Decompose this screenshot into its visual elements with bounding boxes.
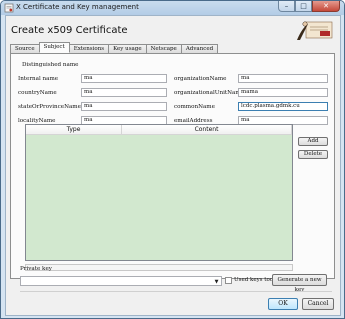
- country-name-label: countryName: [18, 90, 57, 96]
- cancel-button[interactable]: Cancel: [302, 298, 334, 310]
- window-controls: – □ ✕: [278, 1, 340, 12]
- organizational-unit-field[interactable]: mama: [238, 88, 328, 97]
- table-horizontal-scrollbar[interactable]: [25, 264, 293, 271]
- private-key-select[interactable]: ▼: [20, 276, 222, 286]
- used-keys-checkbox[interactable]: [225, 277, 232, 284]
- certificate-app-icon: [4, 3, 14, 13]
- subject-tab-panel: Distinguished name Internal name ma orga…: [10, 53, 335, 279]
- content-column-header[interactable]: Content: [122, 125, 292, 135]
- tab-subject[interactable]: Subject: [38, 42, 70, 53]
- ok-button[interactable]: OK: [268, 298, 298, 310]
- type-column-header[interactable]: Type: [26, 125, 122, 135]
- tab-advanced[interactable]: Advanced: [180, 44, 219, 53]
- footer-divider: [20, 291, 332, 292]
- state-field[interactable]: ma: [81, 102, 167, 111]
- tab-source[interactable]: Source: [10, 44, 40, 53]
- minimize-button[interactable]: –: [278, 1, 295, 12]
- organizational-unit-label: organizationalUnitName: [174, 90, 244, 96]
- internal-name-label: Internal name: [18, 76, 59, 82]
- close-button[interactable]: ✕: [312, 1, 340, 12]
- distinguished-name-caption: Distinguished name: [22, 62, 79, 68]
- window-title: X Certificate and Key management: [16, 3, 139, 11]
- extensions-table[interactable]: Type Content: [25, 124, 293, 261]
- tab-key-usage[interactable]: Key usage: [108, 44, 147, 53]
- dialog-client-area: Create x509 Certificate Source Subject E…: [5, 15, 341, 316]
- organization-name-field[interactable]: ma: [238, 74, 328, 83]
- maximize-button[interactable]: □: [295, 1, 312, 12]
- internal-name-field[interactable]: ma: [81, 74, 167, 83]
- delete-button[interactable]: Delete: [298, 150, 328, 159]
- common-name-label: commonName: [174, 104, 215, 110]
- tab-extensions[interactable]: Extensions: [68, 44, 110, 53]
- dropdown-arrow-icon[interactable]: ▼: [213, 278, 220, 285]
- organization-name-label: organizationName: [174, 76, 227, 82]
- private-key-label: Private key: [20, 266, 52, 272]
- generate-key-button[interactable]: Generate a new key: [272, 274, 327, 293]
- common-name-field[interactable]: lcdc.plasma.gdmk.cu: [238, 102, 328, 111]
- add-button[interactable]: Add: [298, 137, 328, 146]
- title-bar[interactable]: X Certificate and Key management – □ ✕: [1, 1, 344, 15]
- used-keys-label: Used keys too: [234, 277, 274, 283]
- page-title: Create x509 Certificate: [11, 25, 128, 36]
- app-window: X Certificate and Key management – □ ✕ C…: [0, 0, 345, 319]
- certificate-logo-icon: [297, 21, 333, 40]
- tab-bar: Source Subject Extensions Key usage Nets…: [10, 42, 219, 53]
- tab-netscape[interactable]: Netscape: [145, 44, 182, 53]
- table-header: Type Content: [26, 125, 292, 135]
- country-name-field[interactable]: ma: [81, 88, 167, 97]
- state-label: stateOrProvinceName: [18, 104, 81, 110]
